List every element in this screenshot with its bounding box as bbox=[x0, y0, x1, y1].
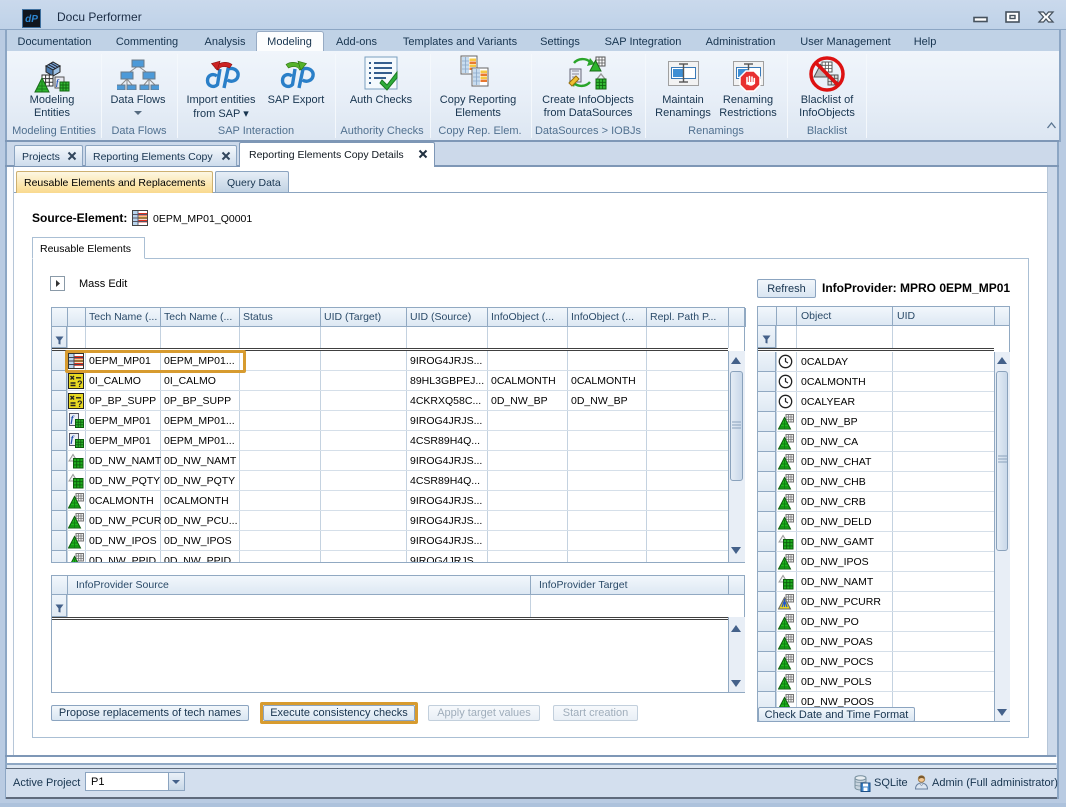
svg-text:dP: dP bbox=[25, 14, 38, 25]
svg-text:?: ? bbox=[77, 379, 83, 389]
svg-text:?: ? bbox=[77, 399, 83, 409]
